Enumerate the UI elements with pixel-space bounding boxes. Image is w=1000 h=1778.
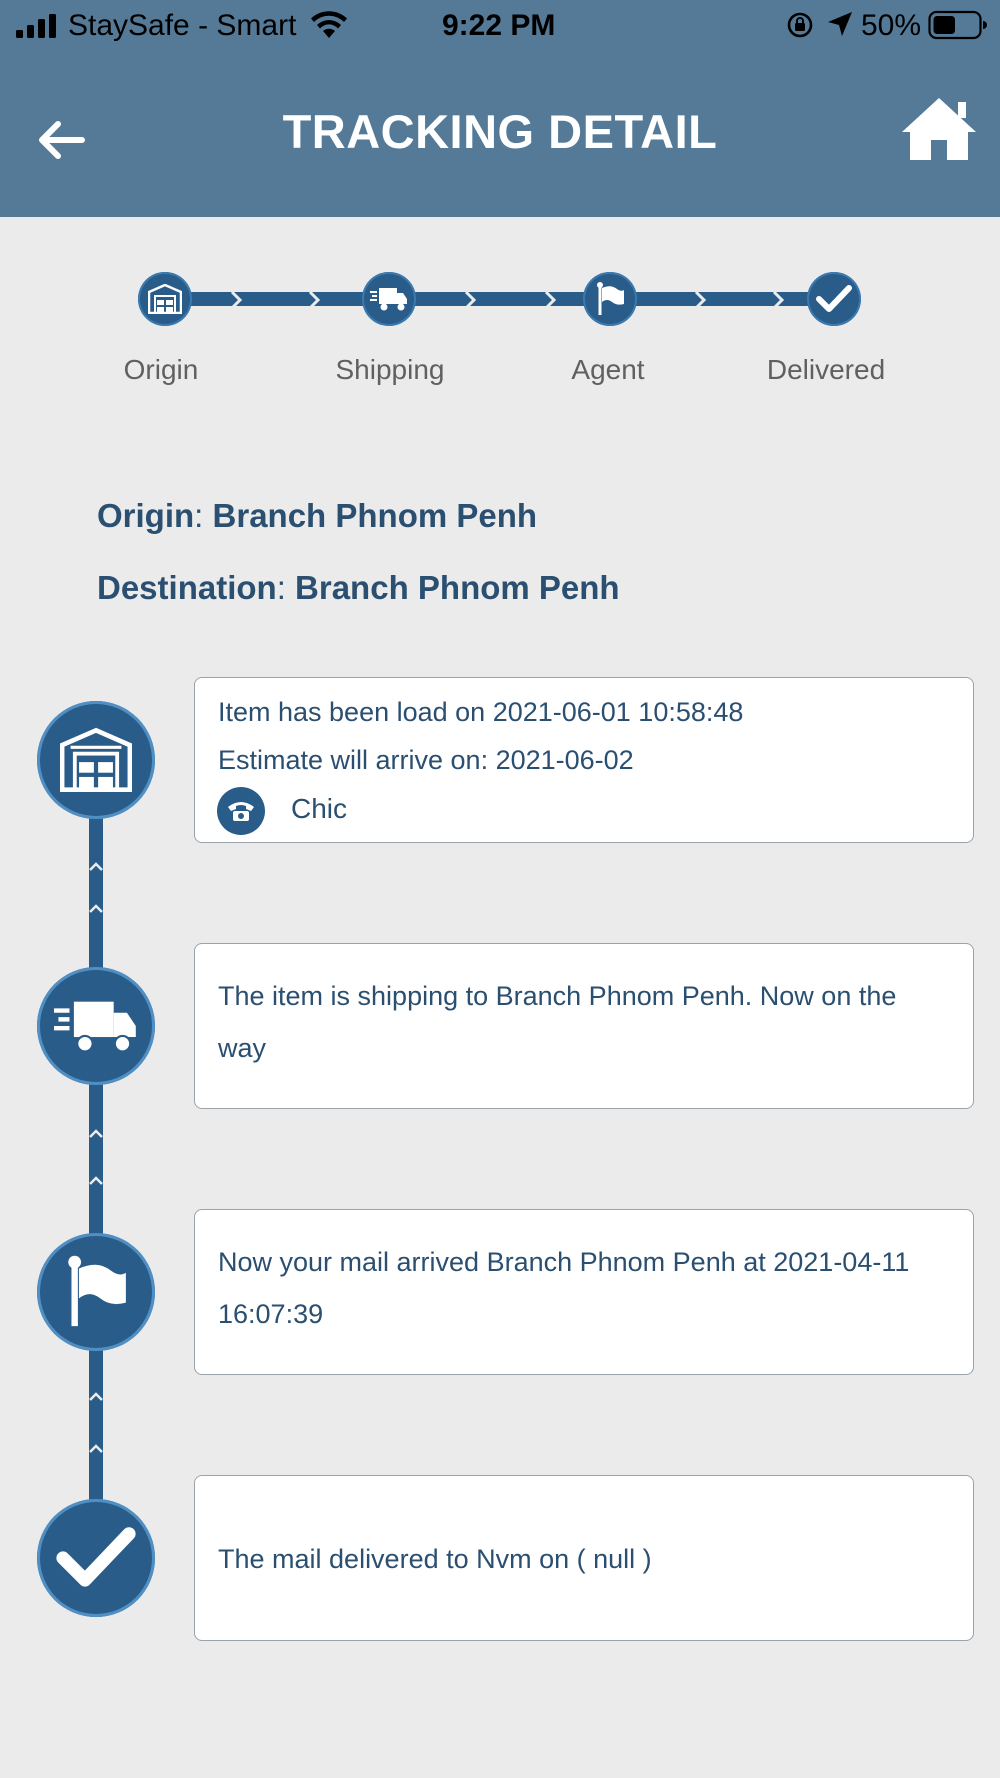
event-arrived-text: Now your mail arrived Branch Phnom Penh … bbox=[218, 1247, 910, 1329]
timeline-chevrons bbox=[89, 862, 103, 1453]
event-delivered-text: The mail delivered to Nvm on ( null ) bbox=[218, 1544, 652, 1574]
step-label-origin: Origin bbox=[123, 354, 199, 385]
timeline-delivered-marker bbox=[37, 1499, 155, 1617]
page-title: TRACKING DETAIL bbox=[282, 105, 718, 158]
origin-info: Origin: Branch Phnom Penh bbox=[97, 497, 537, 535]
event-estimate-text: Estimate will arrive on: 2021-06-02 bbox=[218, 745, 634, 775]
timeline-origin-marker bbox=[37, 701, 155, 819]
battery-icon bbox=[928, 10, 987, 40]
phone-icon[interactable] bbox=[217, 787, 265, 835]
wifi-icon bbox=[311, 11, 347, 38]
truck-icon bbox=[54, 1001, 136, 1053]
check-icon bbox=[56, 1527, 136, 1587]
event-load-text: Item has been load on 2021-06-01 10:58:4… bbox=[218, 697, 744, 727]
flag-icon bbox=[597, 282, 624, 315]
carrier-name: StaySafe - Smart bbox=[68, 9, 297, 42]
step-origin bbox=[138, 272, 192, 326]
destination-separator: : bbox=[276, 569, 286, 606]
flag-icon bbox=[68, 1255, 126, 1327]
check-icon bbox=[816, 285, 852, 312]
event-card-delivered: The mail delivered to Nvm on ( null ) bbox=[194, 1475, 974, 1641]
step-delivered bbox=[807, 272, 861, 326]
app-header: StaySafe - Smart 9:22 PM 50% TRACKING DE… bbox=[0, 0, 1000, 217]
truck-icon bbox=[370, 288, 407, 311]
origin-value: Branch Phnom Penh bbox=[212, 497, 538, 534]
warehouse-icon bbox=[148, 284, 182, 314]
destination-info: Destination: Branch Phnom Penh bbox=[97, 569, 620, 607]
event-card-agent: Now your mail arrived Branch Phnom Penh … bbox=[194, 1209, 974, 1375]
timeline-agent-marker bbox=[37, 1233, 155, 1351]
clock-time: 9:22 PM bbox=[442, 9, 556, 42]
home-icon[interactable] bbox=[900, 94, 978, 164]
warehouse-icon bbox=[60, 727, 132, 792]
destination-value: Branch Phnom Penh bbox=[295, 569, 620, 606]
event-card-origin: Item has been load on 2021-06-01 10:58:4… bbox=[194, 677, 974, 843]
event-shipping-text: The item is shipping to Branch Phnom Pen… bbox=[218, 981, 897, 1063]
battery-percent: 50% bbox=[861, 9, 922, 42]
step-label-agent: Agent bbox=[571, 354, 645, 385]
origin-separator: : bbox=[194, 497, 204, 534]
event-card-shipping: The item is shipping to Branch Phnom Pen… bbox=[194, 943, 974, 1109]
cellular-signal-icon bbox=[16, 14, 56, 38]
location-arrow-icon bbox=[828, 12, 852, 36]
orientation-lock-icon bbox=[787, 12, 813, 38]
destination-label: Destination bbox=[97, 569, 277, 606]
progress-stepper: Origin Shipping Agent Delivered bbox=[0, 264, 1000, 404]
timeline-shipping-marker bbox=[37, 967, 155, 1085]
step-label-delivered: Delivered bbox=[766, 354, 886, 385]
origin-label: Origin bbox=[97, 497, 195, 534]
step-agent bbox=[583, 272, 637, 326]
contact-name[interactable]: Chic bbox=[291, 791, 347, 827]
step-shipping bbox=[362, 272, 416, 326]
step-label-shipping: Shipping bbox=[335, 354, 445, 385]
